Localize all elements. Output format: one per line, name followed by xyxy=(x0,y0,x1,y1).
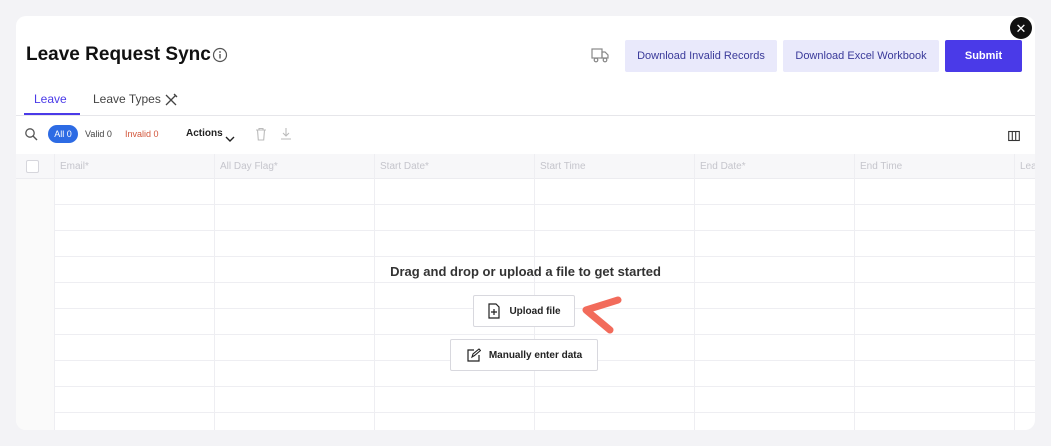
tab-leave[interactable]: Leave xyxy=(34,92,67,106)
column-header-start-date[interactable]: Start Date* xyxy=(374,154,534,179)
grid-divider xyxy=(694,154,695,430)
manually-enter-data-label: Manually enter data xyxy=(488,349,583,361)
grid-divider xyxy=(214,154,215,430)
manually-enter-data-button[interactable]: Manually enter data xyxy=(450,339,598,371)
column-header-email[interactable]: Email* xyxy=(54,154,214,179)
grid-header: Email* All Day Flag* Start Date* Start T… xyxy=(16,154,1035,179)
close-icon[interactable]: ✕ xyxy=(1010,17,1032,39)
grid-row-line xyxy=(54,334,1035,335)
edit-icon xyxy=(467,347,481,362)
column-header-end-date[interactable]: End Date* xyxy=(694,154,854,179)
page-title: Leave Request Sync xyxy=(26,44,211,65)
grid-row-line xyxy=(54,282,1035,283)
grid-row-line xyxy=(54,256,1035,257)
filter-valid[interactable]: Valid 0 xyxy=(85,129,112,139)
file-plus-icon xyxy=(488,303,501,319)
search-icon[interactable] xyxy=(24,127,38,141)
download-invalid-records-button[interactable]: Download Invalid Records xyxy=(625,40,777,72)
grid-row-line xyxy=(54,204,1035,205)
grid-divider xyxy=(1014,154,1015,430)
submit-button[interactable]: Submit xyxy=(945,40,1022,72)
empty-state-title: Drag and drop or upload a file to get st… xyxy=(390,264,661,279)
tab-bar: Leave Leave Types xyxy=(16,86,1035,116)
chevron-down-icon[interactable] xyxy=(225,130,235,142)
filter-all[interactable]: All 0 xyxy=(48,125,78,143)
grid-divider xyxy=(534,154,535,430)
grid-divider xyxy=(854,154,855,430)
select-all-checkbox[interactable] xyxy=(26,160,39,173)
column-header-all-day-flag[interactable]: All Day Flag* xyxy=(214,154,374,179)
arrow-pointer-icon xyxy=(582,296,622,334)
modal: Leave Request Sync Download Invalid Reco… xyxy=(16,16,1035,430)
upload-file-button[interactable]: Upload file xyxy=(473,295,575,327)
filter-invalid[interactable]: Invalid 0 xyxy=(125,129,159,139)
truck-icon[interactable] xyxy=(590,46,610,64)
toolbar: All 0 Valid 0 Invalid 0 Actions xyxy=(16,120,1035,150)
row-gutter xyxy=(16,179,54,430)
trash-icon[interactable] xyxy=(255,127,267,141)
column-header-start-time[interactable]: Start Time xyxy=(534,154,694,179)
info-icon[interactable] xyxy=(212,47,228,63)
actions-menu[interactable]: Actions xyxy=(186,128,223,139)
grid-divider xyxy=(374,154,375,430)
tab-leave-types[interactable]: Leave Types xyxy=(93,92,161,106)
tools-icon xyxy=(164,93,178,107)
grid-row-line xyxy=(54,230,1035,231)
upload-file-label: Upload file xyxy=(509,305,561,317)
grid-divider xyxy=(54,154,55,430)
grid-row-line xyxy=(54,412,1035,413)
column-header-end-time[interactable]: End Time xyxy=(854,154,1014,179)
data-grid: Email* All Day Flag* Start Date* Start T… xyxy=(16,154,1035,430)
column-header-leave[interactable]: Lea xyxy=(1014,154,1035,179)
download-icon[interactable] xyxy=(280,127,292,141)
active-tab-indicator xyxy=(24,113,80,115)
download-excel-workbook-button[interactable]: Download Excel Workbook xyxy=(783,40,939,72)
grid-row-line xyxy=(54,386,1035,387)
columns-icon[interactable] xyxy=(1008,129,1020,142)
